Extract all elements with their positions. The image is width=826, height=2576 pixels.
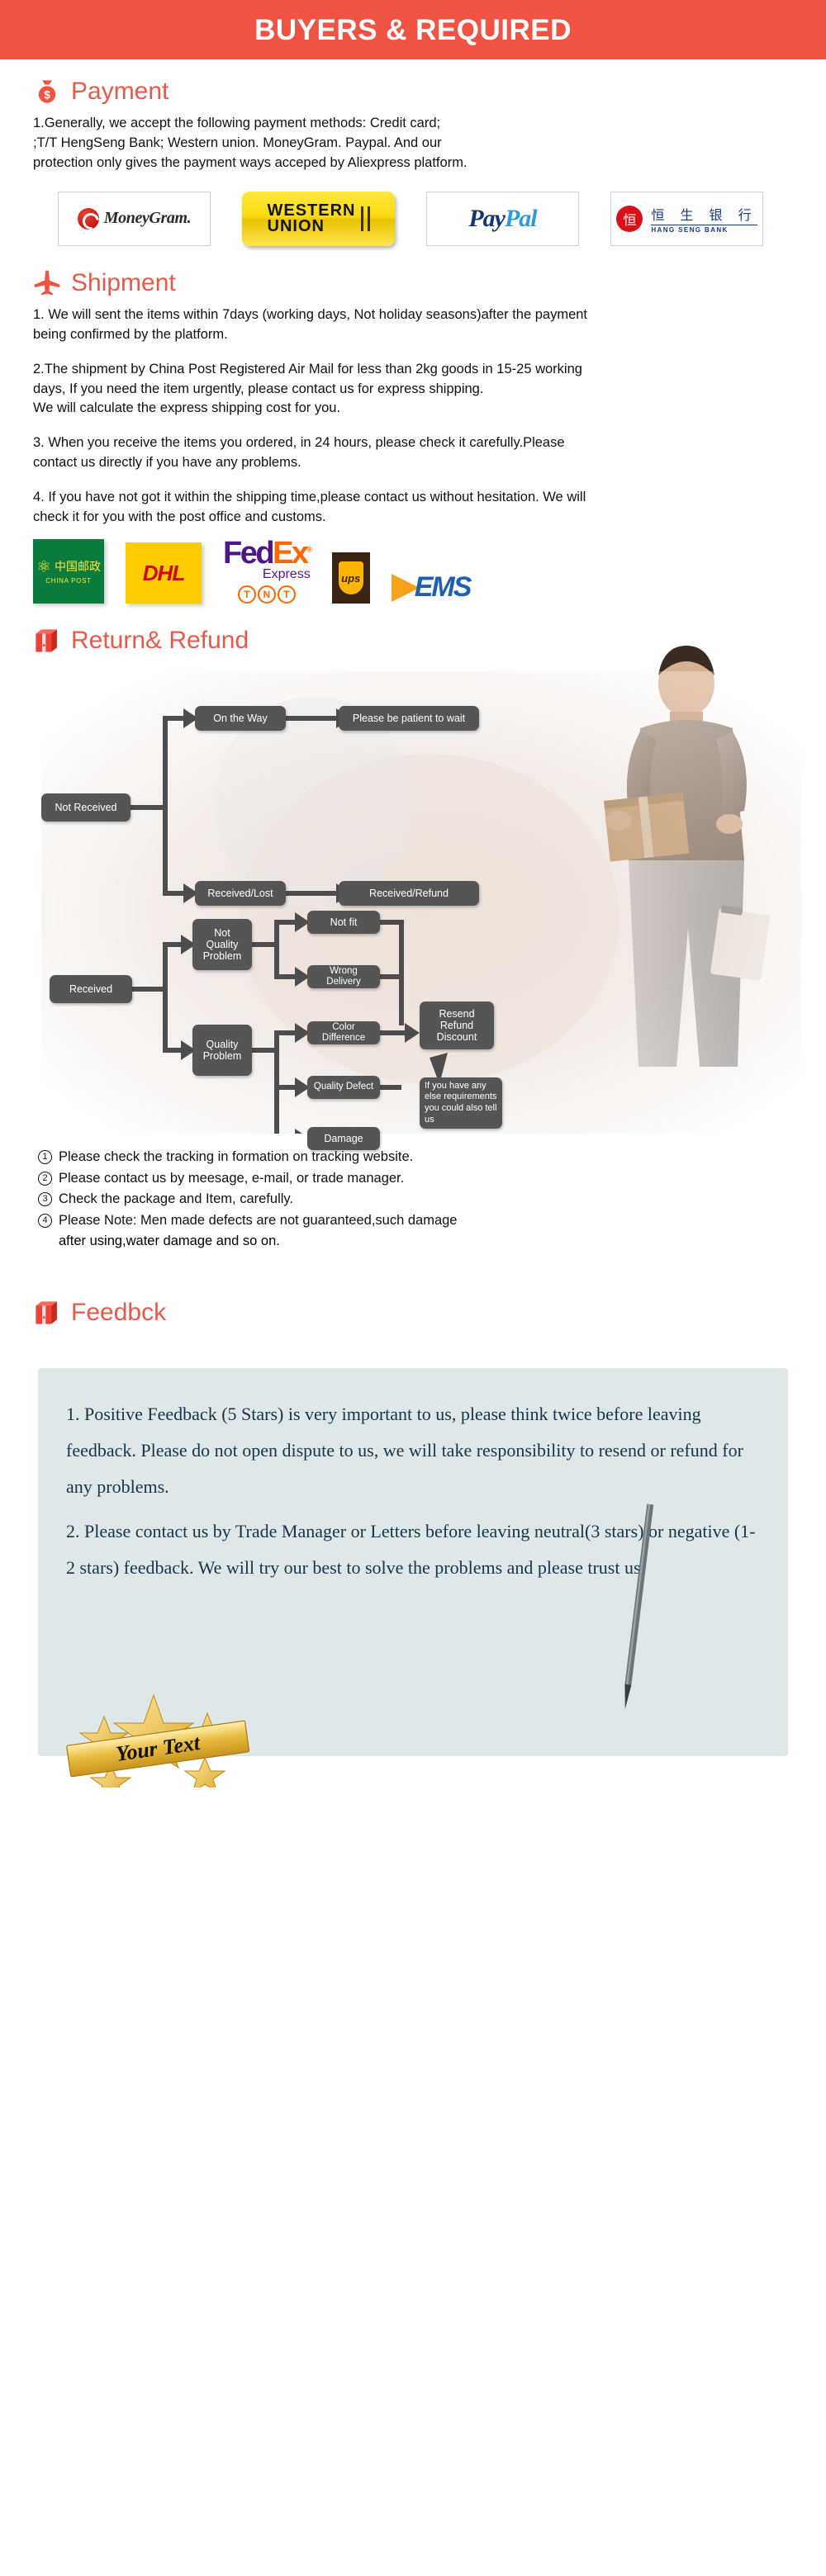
hang-seng-label-en: HANG SENG BANK — [651, 224, 757, 234]
flow-node-received: Received — [50, 975, 132, 1004]
note-number-3: 3 — [38, 1192, 52, 1207]
china-post-mark-icon: ⚛ — [36, 556, 51, 577]
returns-note-3: 3 Check the package and Item, carefully. — [38, 1189, 793, 1210]
ups-logo: ups — [331, 552, 370, 604]
feedback-body: 1. Positive Feedback (5 Stars) is very i… — [66, 1396, 763, 1586]
returns-note-1-text: Please check the tracking in formation o… — [59, 1149, 414, 1165]
flow-node-color-difference: Color Difference — [307, 1021, 380, 1045]
flow-node-wrong-delivery: Wrong Delivery — [307, 965, 380, 989]
payment-section: $ Payment 1.Generally, we accept the fol… — [0, 59, 826, 246]
note-number-2: 2 — [38, 1171, 52, 1186]
china-post-label-cn: 中国邮政 — [54, 561, 101, 575]
page-banner: BUYERS & REQUIRED — [0, 0, 826, 59]
returns-note-2-text: Please contact us by meesage, e-mail, or… — [59, 1170, 405, 1186]
china-post-logo: ⚛ 中国邮政 CHINA POST — [33, 539, 104, 604]
returns-note-2: 2 Please contact us by meesage, e-mail, … — [38, 1168, 793, 1190]
moneygram-label: MoneyGram. — [103, 209, 192, 228]
ups-label: ups — [338, 561, 363, 595]
tnt-letter-1: T — [237, 585, 256, 604]
flow-node-not-fit: Not fit — [307, 911, 380, 935]
returns-heading: Return& Refund — [33, 608, 793, 663]
hang-seng-label-cn: 恒 生 银 行 — [651, 206, 757, 223]
moneygram-logo: MoneyGram. — [58, 191, 211, 246]
feedback-card: 1. Positive Feedback (5 Stars) is very i… — [38, 1367, 788, 1788]
moneygram-mark-icon — [77, 207, 99, 230]
returns-section: Return& Refund Not Received On the Way P… — [0, 608, 826, 1252]
returns-note-1: 1 Please check the tracking in formation… — [38, 1147, 793, 1168]
payment-line-3: protection only gives the payment ways a… — [33, 154, 468, 170]
flow-node-please-wait: Please be patient to wait — [339, 706, 479, 732]
note-number-1: 1 — [38, 1150, 52, 1165]
returns-note-4-text: Please Note: Men made defects are not gu… — [59, 1212, 458, 1228]
payment-line-1: 1.Generally, we accept the following pay… — [33, 116, 441, 130]
hang-seng-bank-logo: 恒 生 银 行 HANG SENG BANK — [610, 191, 763, 246]
flow-node-not-received: Not Received — [41, 793, 131, 822]
svg-text:$: $ — [44, 89, 50, 102]
flow-node-on-the-way: On the Way — [195, 706, 286, 732]
flow-node-not-quality-problem: Not Quality Problem — [192, 919, 252, 971]
shipment-paragraph-1: 1. We will sent the items within 7days (… — [33, 306, 588, 342]
paypal-logo: PayPal — [426, 191, 579, 246]
tnt-letter-3: T — [277, 585, 296, 604]
your-text-badge: Your Text — [66, 1693, 250, 1788]
money-bag-icon: $ — [38, 80, 56, 103]
fedex-label-fed: Fed — [223, 536, 275, 571]
fedex-label-sub: Express — [262, 567, 311, 582]
returns-title: Return& Refund — [71, 627, 249, 655]
western-union-label-2: UNION — [267, 216, 325, 235]
airplane-icon — [34, 270, 60, 296]
page-title: BUYERS & REQUIRED — [254, 13, 572, 46]
flow-node-resend-refund-discount: Resend Refund Discount — [420, 1002, 494, 1050]
flow-node-quality-problem: Quality Problem — [192, 1025, 252, 1077]
fedex-registered-icon: ® — [306, 545, 313, 554]
return-box-icon — [36, 1301, 57, 1324]
paypal-label-b: Pal — [504, 204, 538, 232]
paypal-label-a: Pay — [468, 204, 506, 232]
payment-line-2: ;T/T HengSeng Bank; Western union. Money… — [33, 135, 442, 150]
western-union-label-1: WESTERN — [267, 201, 356, 220]
returns-note-3-text: Check the package and Item, carefully. — [59, 1191, 294, 1207]
payment-body: 1.Generally, we accept the following pay… — [33, 114, 768, 173]
dhl-label: DHL — [142, 560, 185, 585]
feedback-section: Feedbck Feedback 1. Positive Feedback — [0, 1252, 826, 1788]
ems-label: EMS — [414, 571, 472, 604]
returns-notes: 1 Please check the tracking in formation… — [38, 1147, 793, 1252]
promo-page: BUYERS & REQUIRED $ Payment 1.Generally,… — [0, 0, 826, 2576]
western-union-logo: WESTERN UNION — [242, 191, 395, 246]
returns-note-4-continued: after using,water damage and so on. — [59, 1234, 280, 1249]
fedex-label-ex: Ex — [273, 536, 309, 571]
flow-node-received-lost: Received/Lost — [195, 881, 286, 907]
payment-heading: $ Payment — [33, 59, 793, 114]
flow-node-received-refund: Received/Refund — [339, 881, 479, 907]
carrier-logos: ⚛ 中国邮政 CHINA POST DHL FedEx® Express T N — [33, 537, 793, 608]
shipment-body: 1. We will sent the items within 7days (… — [33, 305, 611, 528]
returns-note-4: 4 Please Note: Men made defects are not … — [38, 1210, 793, 1232]
dhl-logo: DHL — [126, 542, 202, 604]
returns-flowchart: Not Received On the Way Please be patien… — [41, 671, 801, 1151]
payment-title: Payment — [71, 78, 169, 105]
hang-seng-mark-icon — [616, 205, 643, 232]
flow-node-quality-defect: Quality Defect — [307, 1076, 380, 1100]
fedex-logo: FedEx® Express — [223, 536, 313, 582]
shipment-section: Shipment 1. We will sent the items withi… — [0, 251, 826, 1067]
tnt-logo: T N T — [237, 585, 296, 604]
china-post-label-en: CHINA POST — [45, 577, 92, 585]
shipment-title: Shipment — [71, 268, 176, 296]
western-union-bars-icon — [360, 205, 370, 233]
shipment-paragraph-3: 3. When you receive the items you ordere… — [33, 435, 565, 471]
shipment-paragraph-2: 2.The shipment by China Post Registered … — [33, 361, 582, 416]
payment-logos: MoneyGram. WESTERN UNION PayPal 恒 恒 生 银 … — [58, 191, 793, 246]
shipment-paragraph-4: 4. If you have not got it within the shi… — [33, 490, 586, 525]
feedback-paragraph-2: 2. Please contact us by Trade Manager or… — [66, 1520, 756, 1578]
return-box-icon — [36, 629, 57, 652]
ems-logo: EMS — [391, 571, 472, 604]
shipment-heading: Shipment — [33, 251, 793, 305]
feedback-heading: Feedbck — [33, 1281, 793, 1335]
note-number-4: 4 — [38, 1213, 52, 1228]
tnt-letter-2: N — [257, 585, 276, 604]
flow-node-any-else-requirements: If you have any else requirements you co… — [420, 1077, 502, 1129]
feedback-paragraph-1: 1. Positive Feedback (5 Stars) is very i… — [66, 1403, 743, 1497]
feedback-title: Feedbck — [71, 1298, 167, 1326]
